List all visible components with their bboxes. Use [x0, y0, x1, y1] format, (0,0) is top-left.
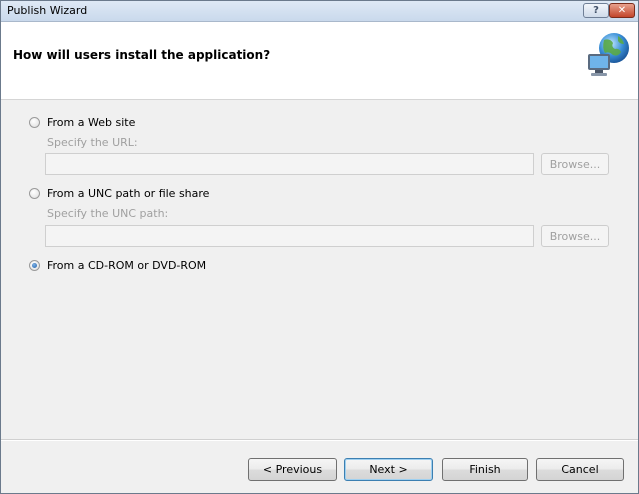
radio-unc-path-indicator[interactable]: [29, 188, 40, 199]
unc-path-input[interactable]: [45, 225, 534, 247]
radio-web-site-label: From a Web site: [47, 116, 136, 129]
url-input[interactable]: [45, 153, 534, 175]
close-button[interactable]: ✕: [609, 3, 635, 18]
radio-cd-dvd[interactable]: From a CD-ROM or DVD-ROM: [29, 259, 206, 272]
url-label: Specify the URL:: [47, 136, 138, 149]
help-button[interactable]: ?: [583, 3, 609, 18]
radio-cd-dvd-label: From a CD-ROM or DVD-ROM: [47, 259, 207, 272]
cancel-button[interactable]: Cancel: [536, 458, 624, 481]
radio-unc-path[interactable]: From a UNC path or file share: [29, 187, 209, 200]
radio-web-site-indicator[interactable]: [29, 117, 40, 128]
globe-computer-icon: [588, 33, 629, 76]
unc-path-label: Specify the UNC path:: [47, 207, 169, 220]
radio-web-site[interactable]: From a Web site: [29, 116, 135, 129]
previous-button[interactable]: < Previous: [248, 458, 337, 481]
footer-separator: [1, 439, 638, 441]
radio-cd-dvd-indicator[interactable]: [29, 260, 40, 271]
publish-wizard-window: Publish Wizard ? ✕ How will users instal…: [0, 0, 639, 494]
radio-unc-path-label: From a UNC path or file share: [47, 187, 210, 200]
finish-button[interactable]: Finish: [442, 458, 528, 481]
page-title: How will users install the application?: [13, 48, 271, 62]
title-bar: Publish Wizard ? ✕: [1, 1, 638, 22]
next-button[interactable]: Next >: [344, 458, 433, 481]
browse-url-button[interactable]: Browse...: [541, 153, 609, 175]
wizard-header: How will users install the application?: [1, 22, 638, 100]
browse-unc-button[interactable]: Browse...: [541, 225, 609, 247]
window-title: Publish Wizard: [7, 4, 88, 17]
